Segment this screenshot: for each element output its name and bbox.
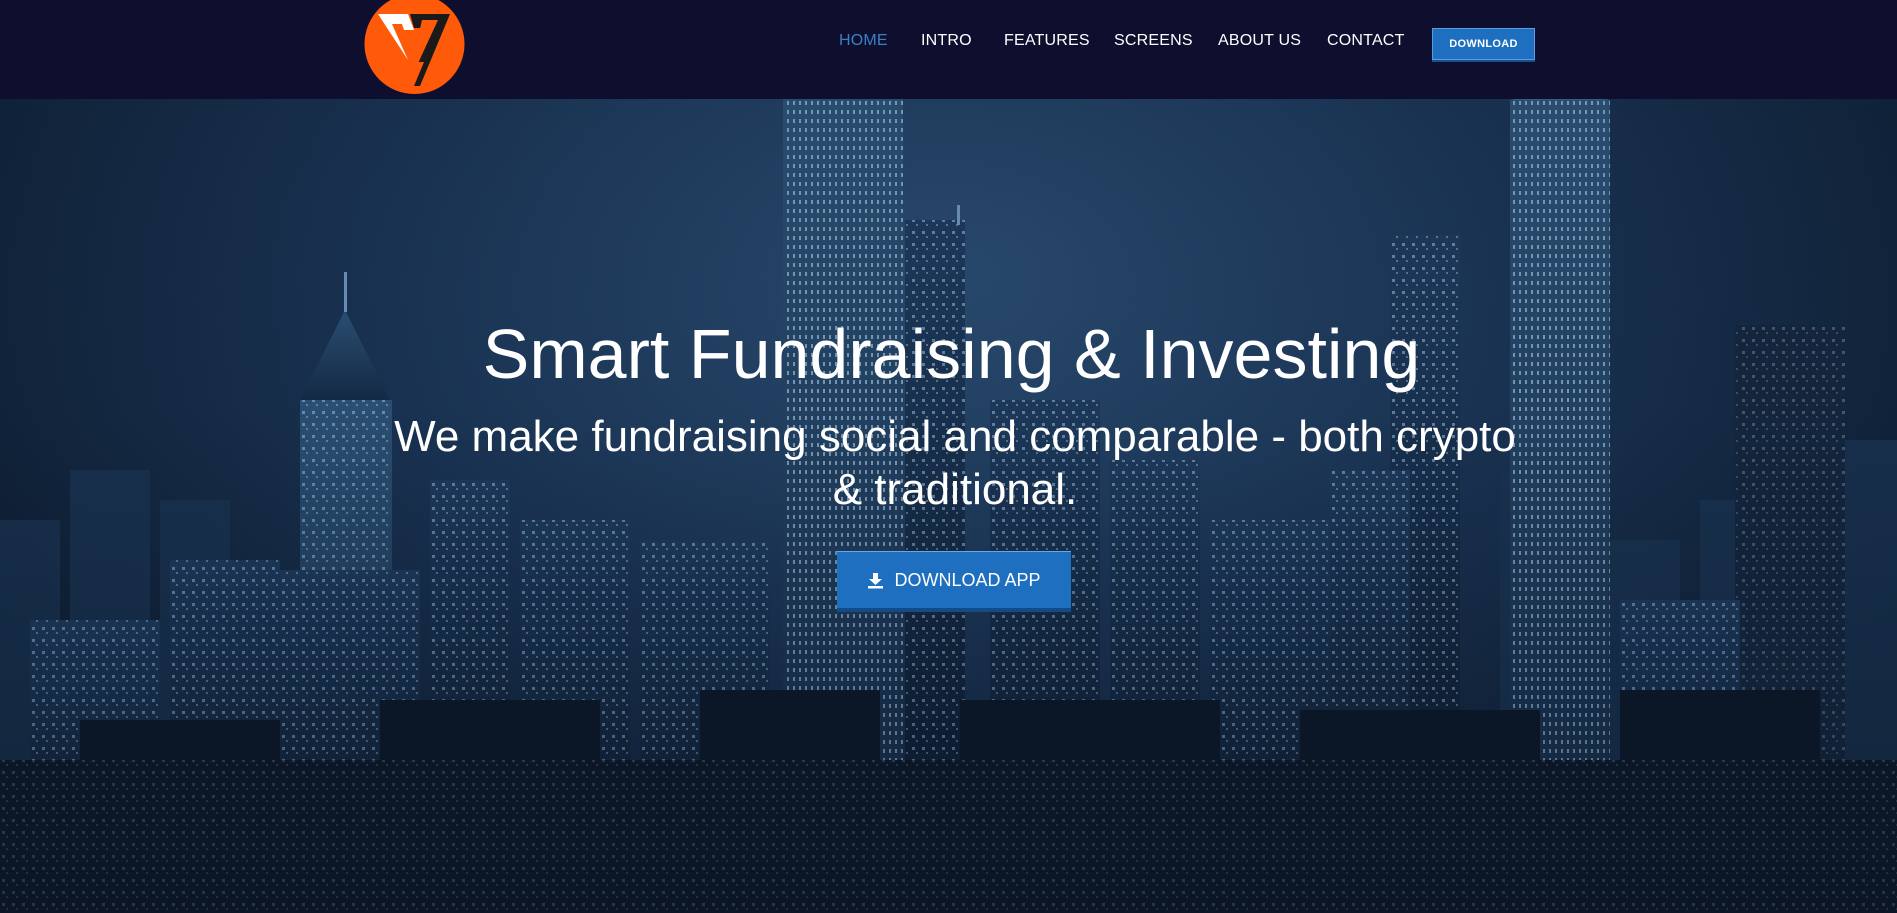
landing-page: HOME INTRO FEATURES SCREENS ABOUT US CON… bbox=[0, 0, 1897, 913]
logo-icon[interactable] bbox=[364, 0, 465, 95]
nav-intro[interactable]: INTRO bbox=[921, 32, 972, 50]
nav-contact[interactable]: CONTACT bbox=[1327, 32, 1405, 50]
header-download-button[interactable]: DOWNLOAD bbox=[1432, 28, 1535, 60]
download-app-button[interactable]: DOWNLOAD APP bbox=[837, 551, 1071, 608]
hero-subtitle: We make fundraising social and comparabl… bbox=[394, 412, 1516, 514]
nav-screens[interactable]: SCREENS bbox=[1114, 32, 1193, 50]
nav-features[interactable]: FEATURES bbox=[1004, 32, 1090, 50]
site-header: HOME INTRO FEATURES SCREENS ABOUT US CON… bbox=[0, 0, 1897, 99]
download-app-label: DOWNLOAD APP bbox=[894, 569, 1041, 590]
nav-home[interactable]: HOME bbox=[839, 32, 888, 50]
nav-about-us[interactable]: ABOUT US bbox=[1218, 32, 1301, 50]
download-icon bbox=[867, 572, 884, 589]
hero-title: Smart Fundraising & Investing bbox=[482, 315, 1421, 393]
